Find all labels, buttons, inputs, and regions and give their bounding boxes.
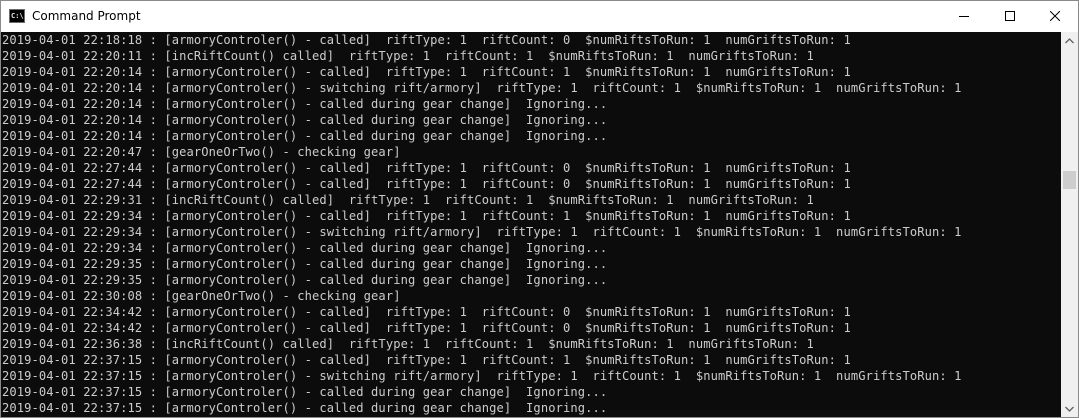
- close-button[interactable]: [1032, 1, 1078, 31]
- vertical-scrollbar[interactable]: [1061, 32, 1078, 417]
- maximize-icon: [1005, 11, 1015, 21]
- maximize-button[interactable]: [987, 1, 1033, 31]
- console-line: 2019-04-01 22:20:14 : [armoryControler()…: [2, 113, 608, 127]
- scroll-up-button[interactable]: [1061, 32, 1078, 49]
- console-line: 2019-04-01 22:20:47 : [gearOneOrTwo() - …: [2, 145, 401, 159]
- scroll-down-button[interactable]: [1061, 400, 1078, 417]
- console-line: 2019-04-01 22:18:18 : [armoryControler()…: [2, 33, 851, 47]
- console-line: 2019-04-01 22:27:44 : [armoryControler()…: [2, 177, 851, 191]
- title-bar[interactable]: C:\ Command Prompt: [1, 1, 1078, 32]
- console-line: 2019-04-01 22:20:14 : [armoryControler()…: [2, 129, 608, 143]
- console-line: 2019-04-01 22:37:15 : [armoryControler()…: [2, 353, 851, 367]
- console-line: 2019-04-01 22:30:08 : [gearOneOrTwo() - …: [2, 289, 401, 303]
- cmd-icon[interactable]: C:\: [9, 9, 25, 23]
- console-line: 2019-04-01 22:29:34 : [armoryControler()…: [2, 241, 608, 255]
- console-line: 2019-04-01 22:20:14 : [armoryControler()…: [2, 81, 962, 95]
- window-title: Command Prompt: [32, 9, 141, 23]
- console-line: 2019-04-01 22:29:35 : [armoryControler()…: [2, 257, 608, 271]
- console-line: 2019-04-01 22:20:11 : [incRiftCount() ca…: [2, 49, 814, 63]
- console-line: 2019-04-01 22:29:31 : [incRiftCount() ca…: [2, 193, 814, 207]
- console-line: 2019-04-01 22:37:15 : [armoryControler()…: [2, 401, 608, 415]
- cmd-icon-glyph: C:\: [11, 12, 24, 20]
- console-line: 2019-04-01 22:34:42 : [armoryControler()…: [2, 305, 851, 319]
- close-icon: [1050, 11, 1060, 21]
- scroll-down-arrow-icon: [1065, 406, 1074, 412]
- console-line: 2019-04-01 22:36:38 : [incRiftCount() ca…: [2, 337, 814, 351]
- minimize-button[interactable]: [941, 1, 987, 31]
- scrollbar-thumb[interactable]: [1063, 171, 1076, 189]
- console-line: 2019-04-01 22:34:42 : [armoryControler()…: [2, 321, 851, 335]
- console-line: 2019-04-01 22:29:34 : [armoryControler()…: [2, 225, 962, 239]
- command-prompt-window: C:\ Command Prompt 2019-04-01 22:18:18 :…: [0, 0, 1079, 418]
- console-line: 2019-04-01 22:20:14 : [armoryControler()…: [2, 97, 608, 111]
- console-output[interactable]: 2019-04-01 22:18:18 : [armoryControler()…: [1, 32, 1061, 417]
- console-line: 2019-04-01 22:37:15 : [armoryControler()…: [2, 385, 608, 399]
- console-lines: 2019-04-01 22:18:18 : [armoryControler()…: [1, 32, 1061, 416]
- console-line: 2019-04-01 22:37:15 : [armoryControler()…: [2, 369, 962, 383]
- console-line: 2019-04-01 22:20:14 : [armoryControler()…: [2, 65, 851, 79]
- console-line: 2019-04-01 22:29:35 : [armoryControler()…: [2, 273, 608, 287]
- console-line: 2019-04-01 22:27:44 : [armoryControler()…: [2, 161, 851, 175]
- console-line: 2019-04-01 22:29:34 : [armoryControler()…: [2, 209, 851, 223]
- scroll-up-arrow-icon: [1065, 37, 1074, 43]
- minimize-icon: [959, 16, 969, 17]
